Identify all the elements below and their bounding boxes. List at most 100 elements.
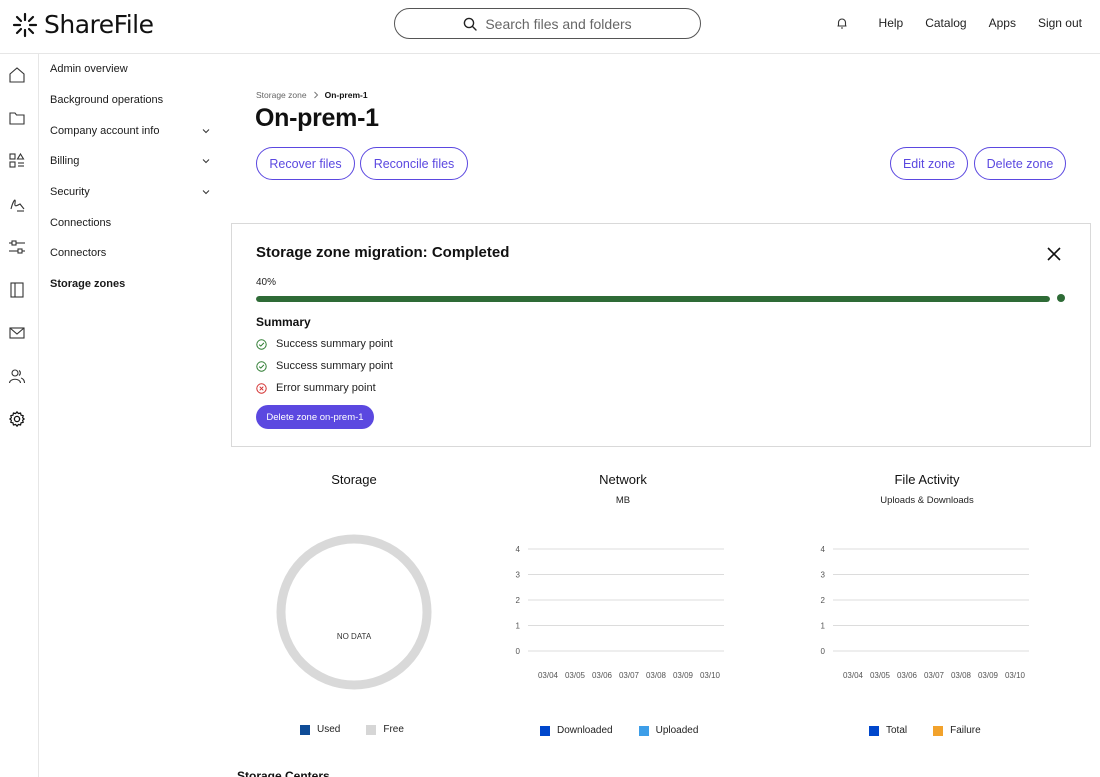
chevron-down-icon <box>202 190 210 195</box>
edit-zone-button[interactable]: Edit zone <box>890 147 968 180</box>
network-x-tick-label: 03/06 <box>592 671 613 680</box>
file-activity-legend: Total Failure <box>869 725 999 736</box>
legend-entry-free: Free <box>366 724 404 735</box>
sidebar-item-label: Admin overview <box>50 63 128 75</box>
no-data-label: NO DATA <box>337 632 372 641</box>
file-activity-x-tick-label: 03/09 <box>978 671 999 680</box>
legend-entry-downloaded: Downloaded <box>540 725 613 736</box>
legend-label-free: Free <box>383 724 404 735</box>
sidebar-item-label: Security <box>50 186 90 198</box>
network-y-tick-label: 1 <box>516 622 521 631</box>
legend-label-uploaded: Uploaded <box>655 725 699 736</box>
network-x-tick-label: 03/04 <box>538 671 559 680</box>
network-x-tick-label: 03/05 <box>565 671 586 680</box>
network-x-tick-label: 03/09 <box>673 671 694 680</box>
chevron-down-icon <box>202 159 210 164</box>
close-icon[interactable] <box>1047 247 1061 261</box>
network-line-chart: 0 1 2 3 4 03/04 03/05 03/06 03/07 03/08 03/09 03/10 <box>516 545 724 680</box>
bell-icon[interactable] <box>835 16 849 30</box>
sidebar-item-label: Background operations <box>50 94 164 106</box>
legend-label-downloaded: Downloaded <box>557 725 613 736</box>
apps-link[interactable]: Apps <box>989 16 1016 30</box>
sidebar-item-background-operations[interactable]: Background operations <box>50 92 210 108</box>
users-icon[interactable] <box>8 367 26 385</box>
top-header: ShareFile Search files and folders Help … <box>0 0 1100 54</box>
summary-item: Error summary point <box>256 382 376 394</box>
reconcile-files-button[interactable]: Reconcile files <box>360 147 468 180</box>
network-x-tick-label: 03/07 <box>619 671 640 680</box>
legend-label-used: Used <box>317 724 341 735</box>
sidebar-item-connectors[interactable]: Connectors <box>50 245 210 261</box>
legend-entry-uploaded: Uploaded <box>638 725 699 736</box>
error-x-icon <box>256 382 267 394</box>
file-activity-x-tick-label: 03/10 <box>1005 671 1026 680</box>
network-chart-subtitle: MB <box>615 495 631 506</box>
network-chart-title: Network <box>599 472 647 487</box>
donut-empty-ring <box>276 534 432 690</box>
catalog-link[interactable]: Catalog <box>925 16 966 30</box>
migration-status-card: Storage zone migration: Completed 40% Su… <box>231 223 1091 447</box>
network-y-tick-label: 2 <box>516 596 521 605</box>
chevron-down-icon <box>202 129 210 134</box>
breadcrumb-parent[interactable]: Storage zone <box>256 90 307 100</box>
sidebar-item-label: Billing <box>50 155 80 167</box>
file-activity-y-tick-label: 4 <box>821 545 826 554</box>
sidebar-item-admin-overview[interactable]: Admin overview <box>50 61 210 77</box>
sidebar-item-company-account-info[interactable]: Company account info <box>50 123 210 139</box>
breadcrumb: Storage zone On-prem-1 <box>256 90 368 100</box>
icon-rail <box>0 54 39 777</box>
legend-label-failure: Failure <box>950 725 981 736</box>
file-activity-x-tick-label: 03/04 <box>843 671 864 680</box>
file-activity-y-tick-label: 3 <box>821 571 826 580</box>
search-input[interactable]: Search files and folders <box>394 8 701 39</box>
folder-icon[interactable] <box>8 109 26 127</box>
delete-zone-button[interactable]: Delete zone <box>974 147 1066 180</box>
delete-zone-confirm-button[interactable]: Delete zone on-prem-1 <box>256 405 374 429</box>
summary-item-text: Error summary point <box>276 382 376 394</box>
success-check-icon <box>256 338 267 350</box>
storage-legend: Used Free <box>300 724 422 735</box>
search-placeholder: Search files and folders <box>485 15 632 32</box>
legend-swatch-failure <box>933 725 944 736</box>
help-link[interactable]: Help <box>879 16 904 30</box>
document-icon[interactable] <box>8 281 26 299</box>
legend-swatch-downloaded <box>540 725 550 736</box>
sidebar-item-label: Company account info <box>50 125 160 137</box>
sidebar-item-label: Storage zones <box>50 278 126 290</box>
file-activity-y-tick-label: 2 <box>821 596 826 605</box>
workflow-icon[interactable] <box>8 238 26 256</box>
summary-item-text: Success summary point <box>276 338 393 350</box>
sidebar-item-billing[interactable]: Billing <box>50 153 210 169</box>
legend-label-total: Total <box>886 725 908 736</box>
legend-entry-failure: Failure <box>933 725 981 736</box>
sidebar-item-security[interactable]: Security <box>50 184 210 200</box>
gear-icon[interactable] <box>8 410 26 428</box>
home-icon[interactable] <box>8 66 26 84</box>
summary-item-text: Success summary point <box>276 360 393 372</box>
breadcrumb-current: On-prem-1 <box>324 90 368 100</box>
mail-icon[interactable] <box>8 324 26 342</box>
network-y-tick-label: 0 <box>516 647 521 656</box>
recover-files-button[interactable]: Recover files <box>256 147 355 180</box>
file-activity-x-tick-label: 03/06 <box>897 671 918 680</box>
summary-item: Success summary point <box>256 360 393 372</box>
migration-title: Storage zone migration: Completed <box>256 244 510 261</box>
file-activity-y-tick-label: 1 <box>821 622 826 631</box>
storage-centers-heading: Storage Centers <box>237 769 330 777</box>
file-activity-y-tick-label: 0 <box>821 647 826 656</box>
signature-icon[interactable] <box>8 195 26 213</box>
legend-swatch-used <box>300 724 310 735</box>
progress-bar-fill <box>256 296 1050 302</box>
sidebar-item-storage-zones[interactable]: Storage zones <box>50 276 210 292</box>
apps-icon[interactable] <box>8 152 26 170</box>
network-legend: Downloaded Uploaded <box>540 725 716 736</box>
sharefile-logo[interactable]: ShareFile <box>12 10 154 39</box>
search-icon <box>464 17 478 31</box>
progress-percent-label: 40% <box>256 277 277 288</box>
sidebar-item-connections[interactable]: Connections <box>50 215 210 231</box>
sidebar-item-label: Connections <box>50 217 112 229</box>
sign-out-link[interactable]: Sign out <box>1038 16 1082 30</box>
file-activity-x-tick-label: 03/07 <box>924 671 945 680</box>
success-check-icon <box>256 360 267 372</box>
sidebar-item-label: Connectors <box>50 247 107 259</box>
